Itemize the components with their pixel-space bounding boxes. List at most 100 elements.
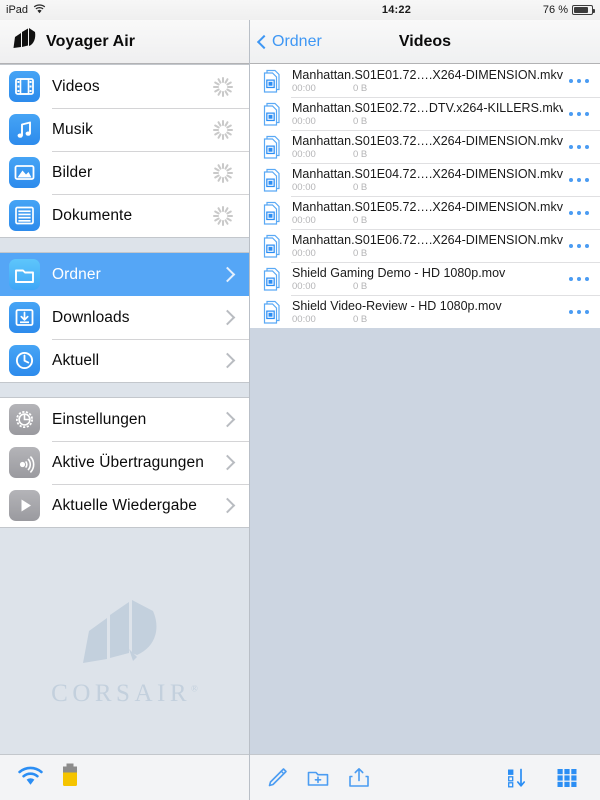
table-row[interactable]: Manhattan.S01E04.72….X264-DIMENSION.mkv … bbox=[250, 163, 600, 196]
sidebar-item-label: Dokumente bbox=[52, 206, 133, 224]
sidebar-item-label: Bilder bbox=[52, 163, 93, 181]
file-meta: Manhattan.S01E04.72….X264-DIMENSION.mkv … bbox=[284, 167, 563, 193]
file-duration: 00:00 bbox=[292, 247, 316, 259]
loading-spinner-icon bbox=[213, 205, 233, 226]
file-duration: 00:00 bbox=[292, 313, 316, 325]
file-list[interactable]: Manhattan.S01E01.72….X264-DIMENSION.mkv … bbox=[250, 64, 600, 754]
file-size: 0 B bbox=[353, 313, 368, 325]
document-icon bbox=[9, 200, 40, 231]
video-file-icon bbox=[259, 200, 284, 226]
chevron-right-icon bbox=[219, 266, 236, 283]
file-name: Manhattan.S01E02.72…DTV.x264-KILLERS.mkv bbox=[292, 100, 563, 115]
file-duration: 00:00 bbox=[292, 82, 316, 94]
file-duration: 00:00 bbox=[292, 214, 316, 226]
file-size: 0 B bbox=[353, 148, 368, 160]
file-name: Shield Gaming Demo - HD 1080p.mov bbox=[292, 265, 506, 280]
table-row[interactable]: Shield Video-Review - HD 1080p.mov 00:00… bbox=[250, 295, 600, 328]
chevron-right-icon bbox=[219, 352, 236, 369]
battery-percent: 76 % bbox=[542, 4, 568, 16]
share-upload-icon[interactable] bbox=[346, 765, 372, 791]
file-duration: 00:00 bbox=[292, 280, 316, 292]
battery-icon bbox=[572, 5, 595, 15]
clock-time: 14:22 bbox=[381, 4, 412, 16]
sidebar-group-divider bbox=[0, 238, 249, 252]
table-row[interactable]: Manhattan.S01E02.72…DTV.x264-KILLERS.mkv… bbox=[250, 97, 600, 130]
more-options-icon[interactable] bbox=[563, 144, 600, 149]
video-file-icon bbox=[259, 134, 284, 160]
film-icon bbox=[9, 71, 40, 102]
file-subtitle: 00:00 0 B bbox=[292, 149, 563, 160]
sidebar-item-label: Einstellungen bbox=[52, 410, 147, 428]
file-size: 0 B bbox=[353, 181, 368, 193]
loading-spinner-icon bbox=[213, 162, 233, 183]
status-bar: iPad 14:22 76 % bbox=[0, 0, 600, 20]
table-row[interactable]: Shield Gaming Demo - HD 1080p.mov 00:00 … bbox=[250, 262, 600, 295]
status-bar-center: 14:22 bbox=[250, 4, 543, 16]
chevron-right-icon bbox=[219, 497, 236, 514]
video-file-icon bbox=[259, 101, 284, 127]
sidebar-item-downloads[interactable]: Downloads bbox=[0, 296, 249, 339]
more-options-icon[interactable] bbox=[563, 276, 600, 281]
sidebar-item-videos[interactable]: Videos bbox=[0, 65, 249, 108]
detail-toolbar bbox=[250, 754, 600, 800]
chevron-right-icon bbox=[219, 309, 236, 326]
wifi-icon bbox=[33, 3, 46, 17]
more-options-icon[interactable] bbox=[563, 243, 600, 248]
file-size: 0 B bbox=[353, 214, 368, 226]
clock-icon bbox=[9, 345, 40, 376]
sidebar-item-dokumente[interactable]: Dokumente bbox=[0, 194, 249, 237]
toolbar-left-group bbox=[250, 765, 372, 791]
more-options-icon[interactable] bbox=[563, 177, 600, 182]
sidebar-header: Voyager Air bbox=[0, 20, 249, 64]
chevron-left-icon bbox=[256, 34, 272, 49]
new-folder-icon[interactable] bbox=[305, 765, 331, 791]
video-file-icon bbox=[259, 233, 284, 259]
chevron-right-icon bbox=[219, 411, 236, 428]
battery-status-icon[interactable] bbox=[61, 763, 79, 792]
more-options-icon[interactable] bbox=[563, 210, 600, 215]
back-button[interactable]: Ordner bbox=[250, 33, 322, 51]
edit-pencil-icon[interactable] bbox=[264, 765, 290, 791]
file-meta: Manhattan.S01E06.72….X264-DIMENSION.mkv … bbox=[284, 233, 563, 259]
sidebar-item-aktive-uebertragungen[interactable]: Aktive Übertragungen bbox=[0, 441, 249, 484]
chevron-right-icon bbox=[219, 454, 236, 471]
file-meta: Manhattan.S01E05.72….X264-DIMENSION.mkv … bbox=[284, 200, 563, 226]
table-row[interactable]: Manhattan.S01E01.72….X264-DIMENSION.mkv … bbox=[250, 64, 600, 97]
sidebar-item-einstellungen[interactable]: Einstellungen bbox=[0, 398, 249, 441]
device-name: iPad bbox=[6, 4, 29, 16]
music-note-icon bbox=[9, 114, 40, 145]
sidebar: Voyager Air Videos Musik Bilder Dokument… bbox=[0, 20, 250, 800]
file-subtitle: 00:00 0 B bbox=[292, 83, 563, 94]
more-options-icon[interactable] bbox=[563, 111, 600, 116]
table-row[interactable]: Manhattan.S01E03.72….X264-DIMENSION.mkv … bbox=[250, 130, 600, 163]
sort-icon[interactable] bbox=[504, 765, 530, 791]
sidebar-group-system: Einstellungen Aktive Übertragungen Aktue… bbox=[0, 397, 249, 528]
voyager-air-app: iPad 14:22 76 % Voyager Air Videos Musik… bbox=[0, 0, 600, 800]
table-row[interactable]: Manhattan.S01E06.72….X264-DIMENSION.mkv … bbox=[250, 229, 600, 262]
sidebar-item-aktuelle-wiedergabe[interactable]: Aktuelle Wiedergabe bbox=[0, 484, 249, 527]
sidebar-group-divider bbox=[0, 383, 249, 397]
more-options-icon[interactable] bbox=[563, 309, 600, 314]
file-meta: Manhattan.S01E02.72…DTV.x264-KILLERS.mkv… bbox=[284, 101, 563, 127]
grid-view-icon[interactable] bbox=[554, 765, 580, 791]
corsair-wordmark: CORSAIR® bbox=[51, 680, 198, 707]
sidebar-item-musik[interactable]: Musik bbox=[0, 108, 249, 151]
file-meta: Shield Gaming Demo - HD 1080p.mov 00:00 … bbox=[284, 266, 563, 292]
video-file-icon bbox=[259, 266, 284, 292]
video-file-icon bbox=[259, 68, 284, 94]
detail-pane: Ordner Videos Manhattan.S01E01.72….X264-… bbox=[250, 20, 600, 800]
table-row[interactable]: Manhattan.S01E05.72….X264-DIMENSION.mkv … bbox=[250, 196, 600, 229]
sidebar-item-bilder[interactable]: Bilder bbox=[0, 151, 249, 194]
file-subtitle: 00:00 0 B bbox=[292, 314, 563, 325]
sidebar-item-label: Aktuelle Wiedergabe bbox=[52, 496, 197, 514]
file-duration: 00:00 bbox=[292, 181, 316, 193]
sidebar-item-label: Videos bbox=[52, 77, 100, 95]
sidebar-item-ordner[interactable]: Ordner bbox=[0, 253, 249, 296]
file-name: Manhattan.S01E01.72….X264-DIMENSION.mkv bbox=[292, 67, 563, 82]
sidebar-item-label: Aktive Übertragungen bbox=[52, 453, 204, 471]
wifi-status-icon[interactable] bbox=[17, 765, 44, 791]
sidebar-item-aktuell[interactable]: Aktuell bbox=[0, 339, 249, 382]
file-size: 0 B bbox=[353, 247, 368, 259]
more-options-icon[interactable] bbox=[563, 78, 600, 83]
corsair-watermark: CORSAIR® bbox=[0, 568, 249, 708]
